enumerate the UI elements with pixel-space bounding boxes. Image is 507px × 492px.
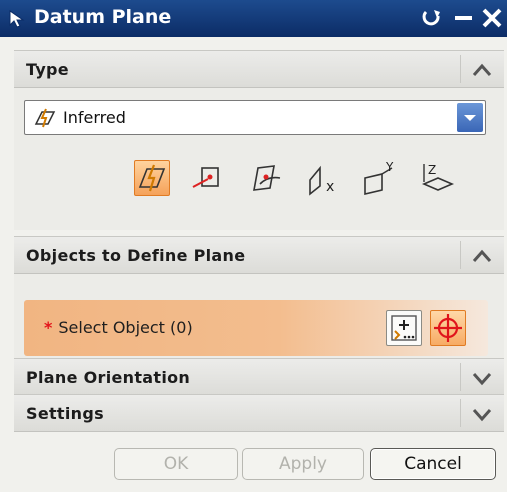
- select-object-text: Select Object (0): [58, 318, 193, 337]
- datum-plane-dialog: Datum Plane Type Inferred x Y Z Objects …: [0, 0, 507, 492]
- inferred-plane-icon[interactable]: [134, 160, 170, 196]
- xc-yc-plane-icon[interactable]: Z: [420, 160, 456, 196]
- header-divider: [460, 363, 461, 391]
- type-dropdown[interactable]: Inferred: [24, 100, 486, 135]
- svg-text:Y: Y: [385, 160, 394, 174]
- reset-icon[interactable]: [420, 6, 444, 30]
- settings-section-header[interactable]: Settings: [14, 394, 504, 432]
- chevron-down-icon: [464, 115, 476, 121]
- crosshair-icon: [434, 314, 462, 342]
- orientation-section-header[interactable]: Plane Orientation: [14, 358, 504, 396]
- dropdown-arrow-button[interactable]: [457, 103, 483, 132]
- cancel-button[interactable]: Cancel: [370, 448, 496, 480]
- title-bar[interactable]: Datum Plane: [0, 0, 507, 37]
- header-divider: [460, 399, 461, 427]
- chevron-up-icon[interactable]: [470, 246, 494, 266]
- add-object-icon: [391, 315, 417, 341]
- window-title: Datum Plane: [34, 6, 172, 28]
- objects-section-title: Objects to Define Plane: [26, 246, 246, 265]
- add-object-button[interactable]: [386, 310, 422, 346]
- header-divider: [460, 55, 461, 83]
- minimize-icon[interactable]: [452, 6, 476, 30]
- objects-section-header[interactable]: Objects to Define Plane: [14, 236, 504, 274]
- settings-section-title: Settings: [26, 404, 104, 423]
- select-object-row[interactable]: * Select Object (0): [24, 300, 488, 356]
- apply-button[interactable]: Apply: [242, 448, 364, 480]
- chevron-up-icon[interactable]: [470, 60, 494, 80]
- xc-zc-plane-icon[interactable]: Y: [362, 160, 398, 196]
- header-divider: [460, 241, 461, 269]
- inferred-plane-icon: [34, 108, 56, 128]
- ok-button[interactable]: OK: [114, 448, 238, 480]
- orientation-section-title: Plane Orientation: [26, 368, 191, 387]
- yc-zc-plane-icon[interactable]: x: [306, 160, 342, 196]
- svg-text:Z: Z: [428, 163, 436, 177]
- chevron-down-icon[interactable]: [470, 404, 494, 424]
- close-icon[interactable]: [480, 6, 504, 30]
- select-crosshair-button[interactable]: [430, 310, 466, 346]
- required-marker: *: [44, 318, 53, 337]
- point-and-direction-icon[interactable]: [190, 160, 226, 196]
- svg-text:x: x: [326, 179, 334, 195]
- type-section-header[interactable]: Type: [14, 50, 504, 88]
- cursor-arrow-icon: [9, 10, 25, 28]
- type-dropdown-value: Inferred: [63, 108, 126, 127]
- select-object-label: * Select Object (0): [44, 318, 193, 337]
- chevron-down-icon[interactable]: [470, 368, 494, 388]
- on-curve-icon[interactable]: [248, 160, 284, 196]
- type-section-title: Type: [26, 60, 69, 79]
